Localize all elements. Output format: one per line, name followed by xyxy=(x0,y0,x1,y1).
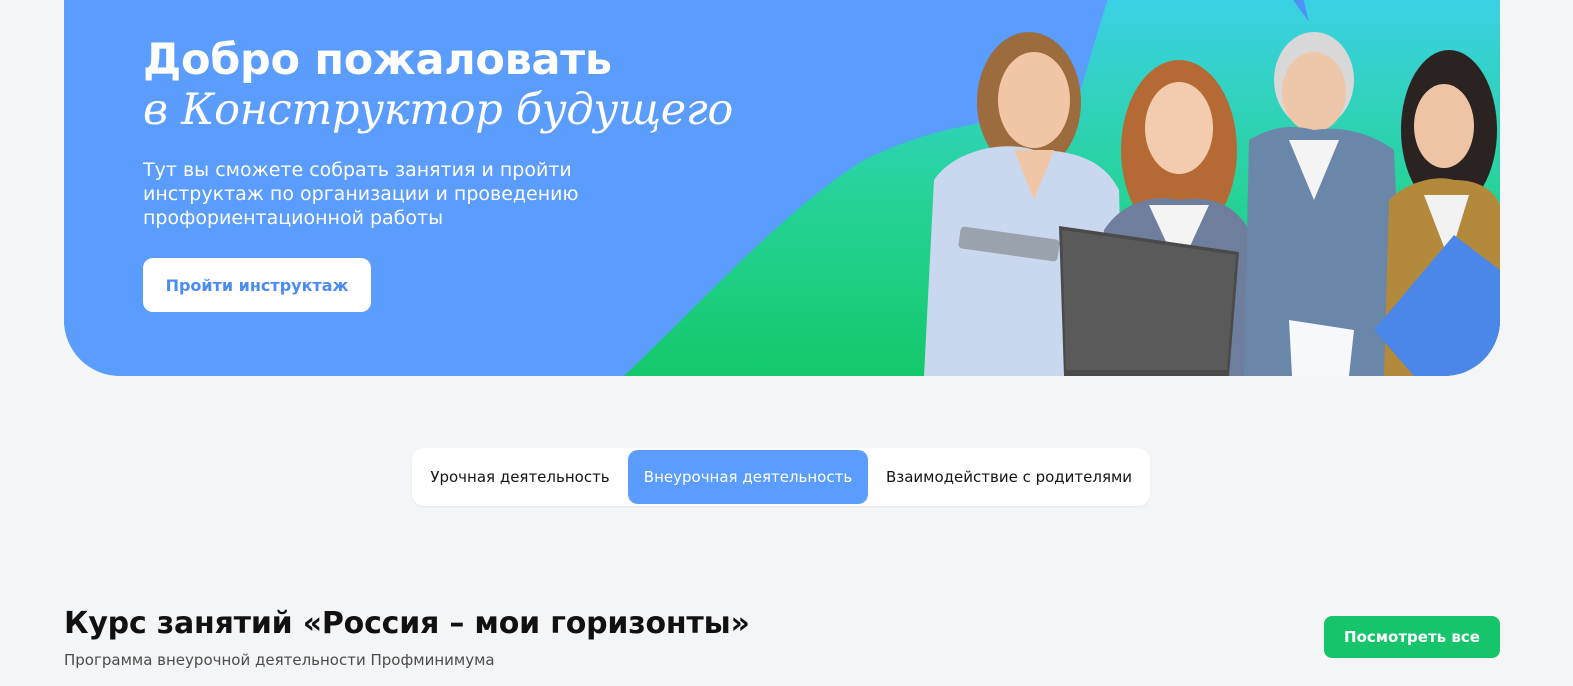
hero-title-italic: в Конструктор будущего xyxy=(143,85,733,135)
laptop xyxy=(1059,226,1239,376)
tab-extracurricular-activity[interactable]: Внеурочная деятельность xyxy=(628,450,868,504)
hero-banner: Добро пожаловать в Конструктор будущего … xyxy=(64,0,1500,376)
course-subtitle: Программа внеурочной деятельности Профми… xyxy=(64,651,495,669)
activity-tabs: Урочная деятельность Внеурочная деятельн… xyxy=(412,448,1150,506)
hero-text-block: Добро пожаловать в Конструктор будущего … xyxy=(143,34,763,230)
hero-description: Тут вы сможете собрать занятия и пройти … xyxy=(143,159,579,229)
view-all-button[interactable]: Посмотреть все xyxy=(1324,616,1500,658)
tab-lesson-activity[interactable]: Урочная деятельность xyxy=(412,448,628,506)
course-title: Курс занятий «Россия – мои горизонты» xyxy=(64,606,750,641)
start-instruction-button[interactable]: Пройти инструктаж xyxy=(143,258,371,312)
tab-parent-interaction[interactable]: Взаимодействие с родителями xyxy=(868,448,1150,506)
people-photo xyxy=(924,32,1500,376)
hero-title: Добро пожаловать xyxy=(143,35,612,85)
